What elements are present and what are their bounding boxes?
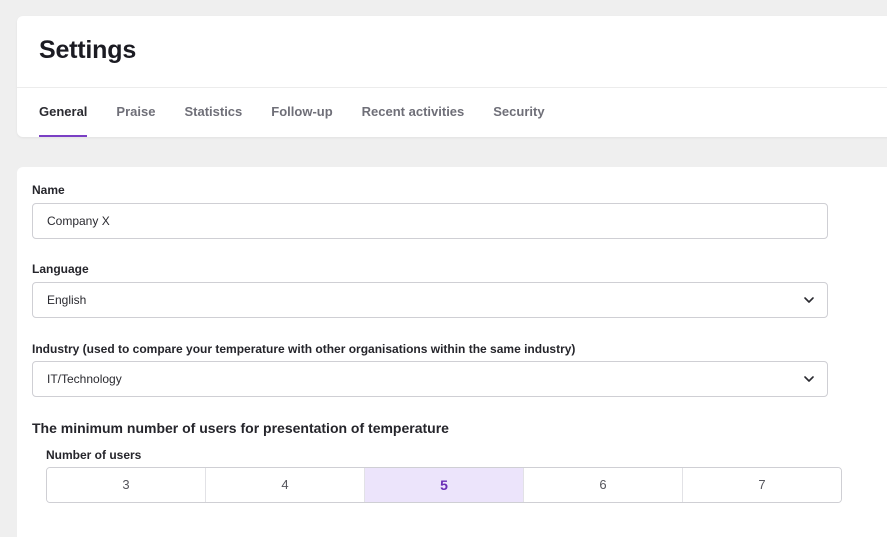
language-label: Language — [32, 262, 89, 276]
industry-label: Industry (used to compare your temperatu… — [32, 342, 576, 356]
tab-security[interactable]: Security — [493, 88, 544, 137]
tab-statistics[interactable]: Statistics — [184, 88, 242, 137]
chevron-down-icon — [804, 297, 814, 303]
tab-praise[interactable]: Praise — [116, 88, 155, 137]
users-option-6[interactable]: 6 — [524, 468, 683, 502]
language-value: English — [47, 293, 87, 307]
industry-select[interactable]: IT/Technology — [32, 361, 828, 397]
name-label: Name — [32, 183, 65, 197]
number-of-users-label: Number of users — [46, 448, 142, 462]
industry-value: IT/Technology — [47, 372, 122, 386]
name-value: Company X — [47, 214, 110, 228]
settings-header: Settings General Praise Statistics Follo… — [17, 16, 887, 137]
min-users-title: The minimum number of users for presenta… — [32, 420, 449, 436]
users-option-7[interactable]: 7 — [683, 468, 841, 502]
users-option-3[interactable]: 3 — [47, 468, 206, 502]
tab-follow-up[interactable]: Follow-up — [271, 88, 332, 137]
tab-bar: General Praise Statistics Follow-up Rece… — [39, 88, 574, 137]
users-option-5[interactable]: 5 — [365, 468, 524, 502]
users-option-4[interactable]: 4 — [206, 468, 365, 502]
language-select[interactable]: English — [32, 282, 828, 318]
number-of-users-selector: 3 4 5 6 7 — [46, 467, 842, 503]
page-title: Settings — [39, 36, 137, 64]
tab-general[interactable]: General — [39, 88, 88, 137]
name-field[interactable]: Company X — [32, 203, 828, 239]
tab-recent-activities[interactable]: Recent activities — [362, 88, 465, 137]
chevron-down-icon — [804, 376, 814, 382]
general-settings-form: Name Company X Language English Industry… — [17, 167, 887, 537]
